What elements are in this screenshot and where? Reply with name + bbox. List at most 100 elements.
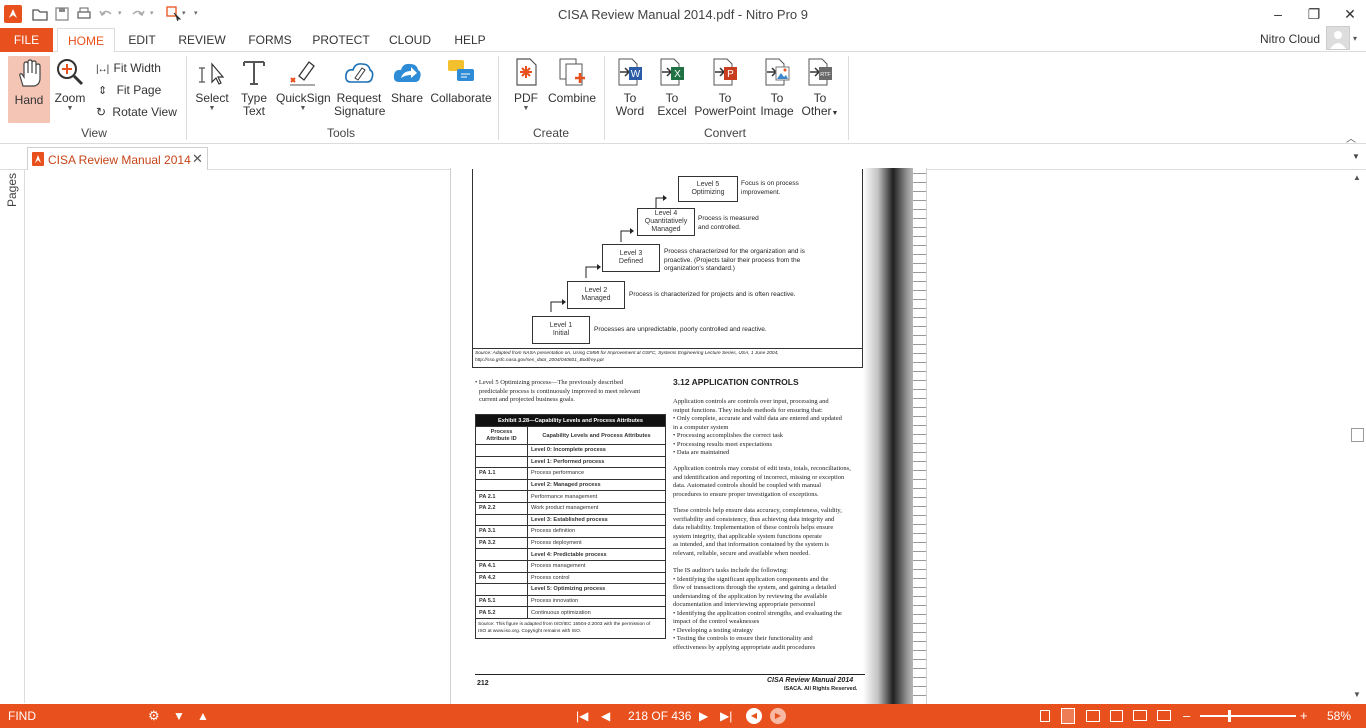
- find-settings-icon[interactable]: ⚙: [148, 704, 160, 728]
- pdf-button[interactable]: PDF ▼: [508, 56, 544, 113]
- first-page-icon[interactable]: |◀: [576, 704, 588, 728]
- tab-cloud[interactable]: CLOUD: [385, 28, 435, 53]
- pages-label: Pages: [5, 172, 19, 207]
- scroll-down-icon[interactable]: ▼: [1353, 690, 1361, 699]
- tab-help[interactable]: HELP: [450, 28, 490, 53]
- previous-page-icon[interactable]: ◀: [601, 704, 610, 728]
- hand-button[interactable]: Hand: [8, 56, 50, 123]
- zoom-in-button[interactable]: +: [1300, 704, 1308, 728]
- close-button[interactable]: ✕: [1339, 4, 1361, 24]
- document-tab[interactable]: CISA Review Manual 2014 ✕: [27, 147, 208, 171]
- quicksign-button[interactable]: QuickSign ▼: [276, 56, 331, 113]
- attribute-id-cell: PA 5.1: [475, 594, 528, 608]
- svg-text:P: P: [727, 69, 734, 80]
- rotate-view-button[interactable]: ↻ Rotate View: [96, 102, 177, 122]
- tab-forms[interactable]: FORMS: [244, 28, 296, 53]
- ribbon-separator: [848, 56, 849, 140]
- to-other-button[interactable]: RTF To Other▼: [798, 56, 842, 120]
- attribute-text-cell: Level 5: Optimizing process: [527, 583, 666, 596]
- rotate-view-label: Rotate View: [112, 105, 177, 119]
- page-indicator[interactable]: 218 OF 436: [628, 704, 691, 728]
- zoom-slider-thumb[interactable]: [1228, 710, 1231, 722]
- full-screen-icon[interactable]: [1133, 710, 1147, 721]
- tab-file[interactable]: FILE: [0, 28, 53, 52]
- group-view-label: View: [81, 126, 107, 140]
- request-signature-label-1: Request: [336, 91, 382, 105]
- close-tab-icon[interactable]: ✕: [192, 151, 203, 167]
- level-5-line-2: Optimizing: [691, 189, 725, 196]
- previous-view-icon[interactable]: ◀: [746, 708, 762, 724]
- svg-text:W: W: [631, 69, 641, 80]
- level-4-line-3: Managed: [651, 226, 681, 233]
- level-5-bullet: • Level 5 Optimizing process—The previou…: [475, 379, 640, 405]
- table-row: PA 4.1 Process management: [475, 559, 666, 573]
- table-row: PA 1.1 Process performance: [475, 467, 666, 480]
- request-signature-label-2: Signature: [334, 104, 386, 118]
- find-next-icon[interactable]: ▼: [173, 704, 185, 728]
- minimize-button[interactable]: –: [1267, 4, 1289, 24]
- zoom-slider[interactable]: [1200, 710, 1296, 722]
- hand-icon: [19, 59, 41, 87]
- attribute-text-cell: Level 2: Managed process: [527, 478, 666, 492]
- to-word-button[interactable]: W To Word: [612, 56, 648, 118]
- request-signature-icon: [345, 63, 374, 83]
- level-5-bullet-2: predictable process is continuously impr…: [479, 387, 641, 395]
- level-3-line-2: Defined: [618, 258, 644, 265]
- level-5-line-1: Level 5: [696, 181, 720, 188]
- continuous-view-icon[interactable]: [1061, 708, 1075, 724]
- next-view-icon[interactable]: ▶: [770, 708, 786, 724]
- combine-button[interactable]: Combine: [548, 56, 596, 105]
- select-button[interactable]: Select ▼: [194, 56, 230, 113]
- type-text-button[interactable]: Type Text: [236, 56, 272, 118]
- single-page-view-icon[interactable]: [1040, 710, 1050, 722]
- zoom-button[interactable]: Zoom ▼: [52, 56, 88, 113]
- to-powerpoint-button[interactable]: P To PowerPoint: [694, 56, 756, 118]
- table-row: PA 5.2 Continuous optimization: [475, 606, 666, 619]
- account-label[interactable]: Nitro Cloud: [1260, 32, 1320, 46]
- collapse-ribbon-icon[interactable]: ︿: [1346, 130, 1356, 145]
- next-page-icon[interactable]: ▶: [699, 704, 708, 728]
- text-line: understanding of the application by revi…: [673, 592, 828, 600]
- tab-list-dropdown-icon[interactable]: ▼: [1352, 152, 1360, 161]
- scroll-thumb[interactable]: [1351, 428, 1364, 442]
- level-5-bullet-1: • Level 5 Optimizing process—The previou…: [475, 379, 624, 386]
- para-2: Application controls may consist of edit…: [673, 465, 851, 499]
- pdf-page: Level 5 Optimizing Focus is on process imp…: [450, 168, 927, 704]
- last-page-icon[interactable]: ▶|: [720, 704, 732, 728]
- share-button[interactable]: Share: [388, 56, 426, 105]
- zoom-out-button[interactable]: –: [1183, 704, 1190, 728]
- find-previous-icon[interactable]: ▲: [197, 704, 209, 728]
- para-1: Application controls are controls over i…: [673, 398, 842, 458]
- combine-icon: [559, 58, 585, 86]
- account-dropdown-icon[interactable]: ▾: [1353, 34, 1357, 43]
- request-signature-button[interactable]: Request Signature: [334, 56, 386, 118]
- scroll-up-icon[interactable]: ▲: [1353, 173, 1361, 182]
- tab-edit[interactable]: EDIT: [122, 28, 162, 53]
- footer-rights: ISACA. All Rights Reserved.: [784, 686, 858, 692]
- presentation-icon[interactable]: [1157, 710, 1171, 721]
- fit-width-button[interactable]: |↔| Fit Width: [96, 58, 161, 78]
- attribute-id-cell: [475, 478, 528, 492]
- facing-view-icon[interactable]: [1086, 710, 1100, 722]
- restore-button[interactable]: ❐: [1303, 4, 1325, 24]
- document-tab-title: CISA Review Manual 2014: [48, 153, 191, 167]
- find-button[interactable]: FIND: [8, 704, 36, 728]
- attribute-id-cell: PA 3.2: [475, 536, 528, 550]
- pdf-label: PDF: [514, 91, 538, 105]
- tab-home[interactable]: HOME: [57, 28, 115, 53]
- level-4-line-1: Level 4: [654, 210, 678, 217]
- powerpoint-icon: P: [713, 58, 737, 86]
- to-excel-button[interactable]: X To Excel: [654, 56, 690, 118]
- collaborate-button[interactable]: Collaborate: [430, 56, 492, 105]
- continuous-facing-view-icon[interactable]: [1110, 710, 1123, 722]
- tab-review[interactable]: REVIEW: [174, 28, 230, 53]
- zoom-percentage[interactable]: 58%: [1327, 704, 1351, 728]
- select-label: Select: [195, 91, 229, 105]
- vertical-scrollbar[interactable]: ▲ ▼: [1349, 170, 1366, 703]
- tab-protect[interactable]: PROTECT: [311, 28, 371, 53]
- to-image-button[interactable]: To Image: [758, 56, 796, 118]
- text-line: Application controls are controls over i…: [673, 398, 829, 405]
- pages-panel-tab[interactable]: Pages: [4, 172, 20, 208]
- fit-page-button[interactable]: ⇕ Fit Page: [96, 80, 161, 100]
- avatar[interactable]: [1326, 26, 1350, 50]
